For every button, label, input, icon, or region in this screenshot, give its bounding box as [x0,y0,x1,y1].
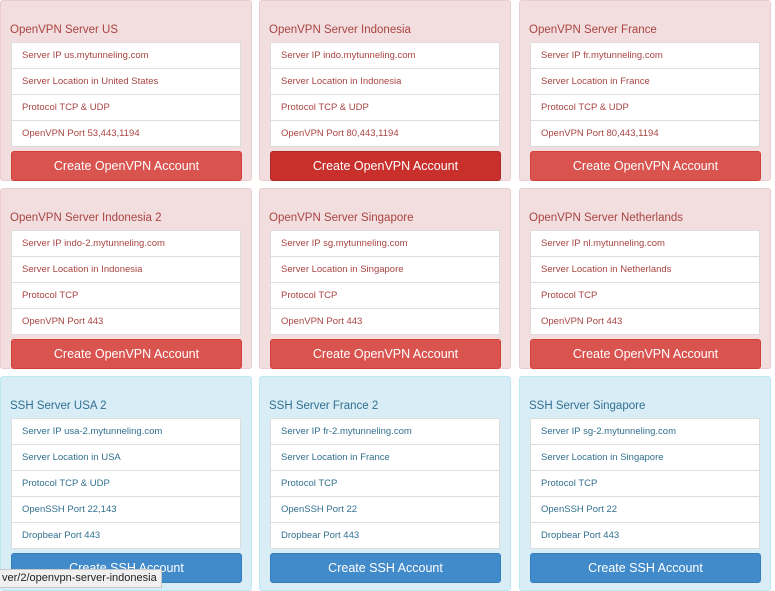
server-panel: OpenVPN Server Netherlands Server IP nl.m… [519,188,771,369]
server-details-list: Server IP sg.mytunneling.com Server Locat… [270,230,500,335]
list-item: OpenVPN Port 443 [530,308,760,335]
create-openvpn-account-button[interactable]: Create OpenVPN Account [270,339,501,369]
panel-title: OpenVPN Server Indonesia 2 [10,212,162,224]
list-item: OpenVPN Port 80,443,1194 [530,120,760,147]
list-item: Server IP us.mytunneling.com [11,42,241,69]
server-panel: OpenVPN Server France Server IP fr.mytunn… [519,0,771,181]
list-item: Server IP usa-2.mytunneling.com [11,418,241,445]
list-item: OpenVPN Port 80,443,1194 [270,120,500,147]
list-item: OpenSSH Port 22 [530,496,760,523]
server-panel: SSH Server Singapore Server IP sg-2.mytun… [519,376,771,591]
status-bar-url: ver/2/openvpn-server-indonesia [0,569,162,588]
list-item: Protocol TCP & UDP [530,94,760,121]
panel-title: OpenVPN Server Indonesia [269,24,411,36]
server-panel: OpenVPN Server Indonesia Server IP indo.m… [259,0,511,181]
list-item: Server IP sg.mytunneling.com [270,230,500,257]
panel-title: OpenVPN Server France [529,24,657,36]
panel-title: OpenVPN Server Netherlands [529,212,684,224]
panel-title: OpenVPN Server US [10,24,119,36]
list-item: Server Location in France [270,444,500,471]
list-item: Protocol TCP [530,470,760,497]
create-openvpn-account-button[interactable]: Create OpenVPN Account [11,151,242,181]
list-item: Server IP indo-2.mytunneling.com [11,230,241,257]
create-openvpn-account-button[interactable]: Create OpenVPN Account [530,339,761,369]
create-openvpn-account-button[interactable]: Create OpenVPN Account [530,151,761,181]
list-item: Server IP fr.mytunneling.com [530,42,760,69]
panel-title: OpenVPN Server Singapore [269,212,414,224]
list-item: Dropbear Port 443 [530,522,760,549]
list-item: OpenVPN Port 443 [11,308,241,335]
list-item: Dropbear Port 443 [270,522,500,549]
list-item: OpenVPN Port 53,443,1194 [11,120,241,147]
list-item: Protocol TCP [270,470,500,497]
server-panel: OpenVPN Server Indonesia 2 Server IP indo… [0,188,252,369]
server-panel: OpenVPN Server Singapore Server IP sg.myt… [259,188,511,369]
server-panel: SSH Server USA 2 Server IP usa-2.mytunnel… [0,376,252,591]
panel-title: SSH Server Singapore [529,400,646,412]
list-item: Server IP nl.mytunneling.com [530,230,760,257]
list-item: Server Location in Singapore [530,444,760,471]
panel-title: SSH Server USA 2 [10,400,107,412]
server-grid: OpenVPN Server US Server IP us.mytunnelin… [0,0,775,591]
list-item: OpenVPN Port 443 [270,308,500,335]
create-openvpn-account-button[interactable]: Create OpenVPN Account [11,339,242,369]
server-details-list: Server IP nl.mytunneling.com Server Locat… [530,230,760,335]
list-item: Protocol TCP [270,282,500,309]
server-details-list: Server IP sg-2.mytunneling.com Server Loc… [530,418,760,549]
list-item: Server Location in United States [11,68,241,95]
list-item: OpenSSH Port 22,143 [11,496,241,523]
list-item: Server Location in Indonesia [11,256,241,283]
list-item: Server IP indo.mytunneling.com [270,42,500,69]
create-openvpn-account-button[interactable]: Create OpenVPN Account [270,151,501,181]
server-details-list: Server IP indo.mytunneling.com Server Loc… [270,42,500,147]
list-item: Protocol TCP & UDP [270,94,500,121]
list-item: Dropbear Port 443 [11,522,241,549]
list-item: Server Location in Indonesia [270,68,500,95]
list-item: Server Location in USA [11,444,241,471]
list-item: Protocol TCP [530,282,760,309]
list-item: Server IP sg-2.mytunneling.com [530,418,760,445]
server-details-list: Server IP indo-2.mytunneling.com Server L… [11,230,241,335]
list-item: Protocol TCP [11,282,241,309]
list-item: Server Location in Netherlands [530,256,760,283]
list-item: OpenSSH Port 22 [270,496,500,523]
list-item: Server IP fr-2.mytunneling.com [270,418,500,445]
server-panel: OpenVPN Server US Server IP us.mytunnelin… [0,0,252,181]
panel-title: SSH Server France 2 [269,400,379,412]
server-details-list: Server IP us.mytunneling.com Server Locat… [11,42,241,147]
create-ssh-account-button[interactable]: Create SSH Account [530,553,761,583]
list-item: Protocol TCP & UDP [11,94,241,121]
list-item: Server Location in France [530,68,760,95]
server-panel: SSH Server France 2 Server IP fr-2.mytunn… [259,376,511,591]
server-details-list: Server IP fr-2.mytunneling.com Server Loc… [270,418,500,549]
server-details-list: Server IP usa-2.mytunneling.com Server Lo… [11,418,241,549]
list-item: Protocol TCP & UDP [11,470,241,497]
create-ssh-account-button[interactable]: Create SSH Account [270,553,501,583]
list-item: Server Location in Singapore [270,256,500,283]
server-details-list: Server IP fr.mytunneling.com Server Locat… [530,42,760,147]
